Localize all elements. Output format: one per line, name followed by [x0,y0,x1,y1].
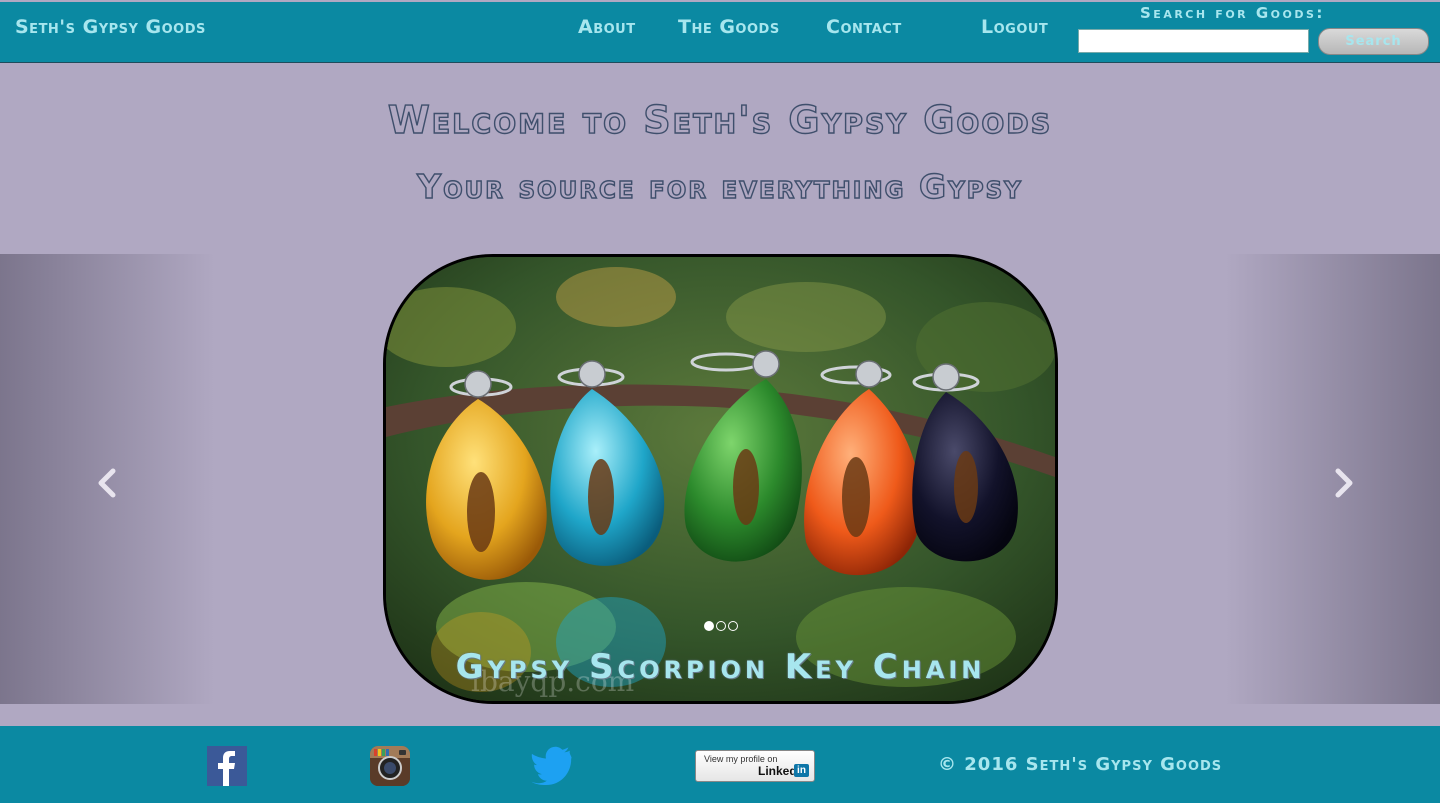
carousel-indicators [704,621,738,631]
copyright-text: © 2016 Seth's Gypsy Goods [938,754,1223,775]
brand-link[interactable]: Seth's Gypsy Goods [15,16,206,38]
chevron-right-icon [1335,468,1353,498]
page-tagline: Your source for everything Gypsy [416,166,1023,206]
instagram-icon[interactable] [370,746,410,786]
search-button[interactable]: Search [1318,28,1429,55]
search-label: Search for Goods: [1140,4,1325,22]
carousel-indicator-1[interactable] [704,621,714,631]
carousel-indicator-3[interactable] [728,621,738,631]
carousel-slide: lbayqp.com Gypsy Scorpion Key Chain [383,254,1058,704]
twitter-icon[interactable] [531,746,573,786]
linkedin-badge[interactable]: View my profile on Linked in [695,750,815,782]
nav-link-contact[interactable]: Contact [826,16,902,38]
linkedin-badge-top-text: View my profile on [704,754,778,764]
slide-caption: Gypsy Scorpion Key Chain [455,647,986,687]
carousel-next-button[interactable] [1225,254,1440,704]
navbar: Seth's Gypsy Goods About The Goods Conta… [0,2,1440,63]
logout-link[interactable]: Logout [981,16,1048,38]
page-title: Welcome to Seth's Gypsy Goods [387,97,1053,142]
carousel-indicator-2[interactable] [716,621,726,631]
scorpion-keychain-photo [386,257,1055,701]
facebook-icon[interactable] [207,746,247,786]
product-carousel: lbayqp.com Gypsy Scorpion Key Chain [0,254,1440,704]
nav-link-about[interactable]: About [578,16,636,38]
search-input[interactable] [1078,29,1309,53]
linkedin-badge-brand-text: Linked [758,764,797,778]
chevron-left-icon [98,468,116,498]
nav-link-the-goods[interactable]: The Goods [678,16,780,38]
footer: View my profile on Linked in © 2016 Seth… [0,726,1440,803]
carousel-prev-button[interactable] [0,254,215,704]
linkedin-in-icon: in [794,764,809,777]
